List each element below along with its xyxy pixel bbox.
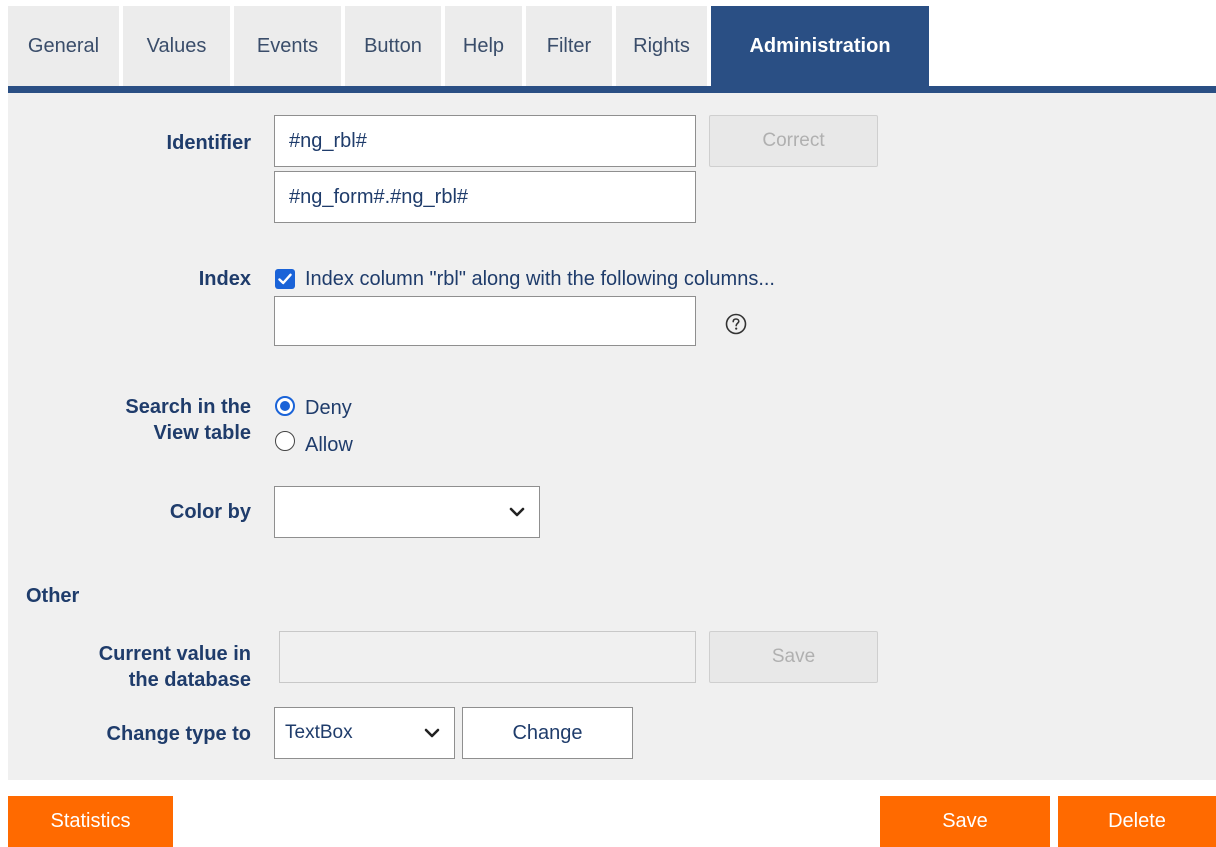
current-value-input[interactable] [279, 631, 696, 683]
tab-help[interactable]: Help [445, 6, 522, 86]
search-label-line2: View table [153, 422, 251, 444]
chevron-down-icon [509, 507, 525, 517]
change-type-label: Change type to [106, 723, 251, 745]
chevron-down-icon [424, 728, 440, 738]
current-value-label-line1: Current value in [98, 643, 251, 665]
current-value-label-line2: the database [128, 669, 251, 691]
change-button[interactable]: Change [462, 707, 633, 759]
change-type-select[interactable]: TextBox [274, 707, 455, 759]
change-type-value: TextBox [285, 722, 353, 743]
radio-allow-label: Allow [305, 434, 353, 456]
index-checkbox-label: Index column "rbl" along with the follow… [305, 268, 775, 290]
statistics-button[interactable]: Statistics [8, 796, 173, 847]
color-by-select[interactable] [274, 486, 540, 538]
correct-button[interactable]: Correct [709, 115, 878, 167]
question-circle-icon[interactable] [725, 313, 747, 335]
tab-underline [8, 86, 1216, 93]
tab-administration[interactable]: Administration [711, 6, 929, 86]
tab-bar: General Values Events Button Help Filter… [8, 6, 933, 86]
radio-deny-label: Deny [305, 397, 352, 419]
index-columns-input[interactable] [274, 296, 696, 346]
tab-filter[interactable]: Filter [526, 6, 612, 86]
identifier-label: Identifier [166, 132, 251, 154]
checkmark-icon [278, 273, 292, 285]
delete-button[interactable]: Delete [1058, 796, 1216, 847]
index-label: Index [198, 268, 251, 290]
administration-panel: Identifier #ng_rbl# Correct #ng_form#.#n… [8, 93, 1216, 780]
search-label-line1: Search in the [125, 396, 251, 418]
radio-allow[interactable] [275, 431, 295, 451]
radio-deny[interactable] [275, 396, 295, 416]
identifier-input[interactable]: #ng_rbl# [274, 115, 696, 167]
save-current-value-button[interactable]: Save [709, 631, 878, 683]
tab-values[interactable]: Values [123, 6, 230, 86]
tab-rights[interactable]: Rights [616, 6, 707, 86]
tab-events[interactable]: Events [234, 6, 341, 86]
save-button[interactable]: Save [880, 796, 1050, 847]
other-heading: Other [26, 585, 80, 607]
full-identifier-field[interactable]: #ng_form#.#ng_rbl# [274, 171, 696, 223]
tab-button[interactable]: Button [345, 6, 441, 86]
tab-general[interactable]: General [8, 6, 119, 86]
color-by-label: Color by [169, 501, 251, 523]
index-checkbox[interactable] [275, 269, 295, 289]
